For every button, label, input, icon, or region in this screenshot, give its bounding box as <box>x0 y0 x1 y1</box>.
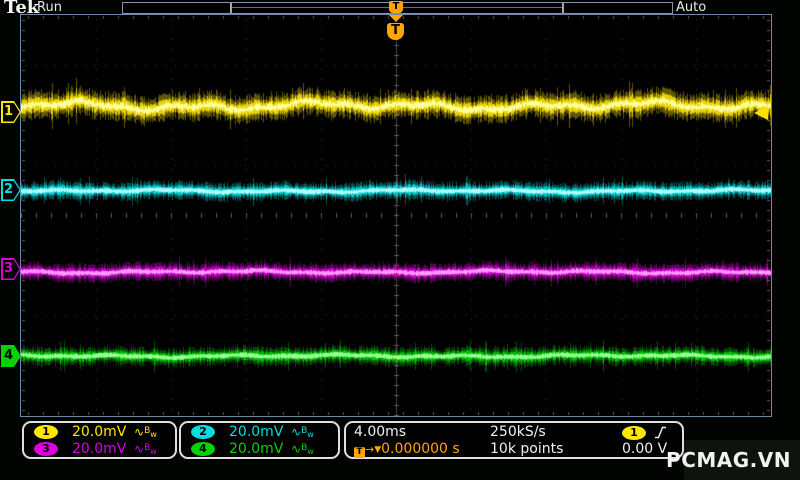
channel-2-marker[interactable]: 2 <box>1 179 21 201</box>
channel-2-coupling-icons: ∿Bw <box>291 424 314 439</box>
trigger-mode-status: Auto <box>676 0 707 15</box>
channel-3-readout-row: 3 20.0mV ∿Bw <box>24 440 175 457</box>
trigger-t-icon: T <box>354 447 365 458</box>
acquisition-status: Run <box>37 0 62 15</box>
channel-4-coupling-icons: ∿Bw <box>291 441 314 456</box>
ac-coupling-icon: ∿ <box>134 424 145 439</box>
trigger-delay-value: 0.000000 s <box>381 441 460 457</box>
channel-3-coupling-icons: ∿Bw <box>134 441 157 456</box>
channel-2-badge: 2 <box>191 424 215 439</box>
trigger-level-value: 0.00 V <box>622 441 668 457</box>
record-length: 10k points <box>490 441 564 457</box>
channel-3-badge: 3 <box>34 441 58 456</box>
channel-2-scale: 20.0mV <box>229 423 284 440</box>
scope-graticule <box>20 14 772 417</box>
channel-1-3-readout[interactable]: 1 20.0mV ∿Bw 3 20.0mV ∿Bw <box>22 421 177 459</box>
rising-edge-icon <box>655 426 666 439</box>
record-view-trigger-marker[interactable]: T <box>389 1 403 13</box>
channel-2-readout-row: 2 20.0mV ∿Bw <box>181 423 338 440</box>
channel-4-badge: 4 <box>191 441 215 456</box>
channel-4-scale: 20.0mV <box>229 440 284 457</box>
ac-coupling-icon: ∿ <box>134 441 145 456</box>
record-view-right-bracket <box>562 3 564 13</box>
channel-1-marker-label: 1 <box>3 104 14 119</box>
watermark: PCMAG.VN <box>666 448 791 472</box>
channel-4-marker[interactable]: 4 <box>1 345 21 367</box>
channel-4-marker-label: 4 <box>3 348 14 363</box>
channel-3-marker-label: 3 <box>3 261 14 276</box>
horizontal-trigger-readout[interactable]: 4.00ms T →▼0.000000 s 250kS/s 10k points … <box>344 421 684 459</box>
trigger-position-arrow-icon <box>389 15 403 22</box>
channel-2-marker-label: 2 <box>3 182 14 197</box>
channel-4-readout-row: 4 20.0mV ∿Bw <box>181 440 338 457</box>
trigger-level-arrow-icon[interactable] <box>754 106 768 120</box>
ac-coupling-icon: ∿ <box>291 441 302 456</box>
trigger-delay-row: T →▼0.000000 s <box>354 441 490 458</box>
channel-3-scale: 20.0mV <box>72 440 127 457</box>
channel-1-scale: 20.0mV <box>72 423 127 440</box>
arrow-right-icon: → <box>365 443 375 456</box>
channel-2-4-readout[interactable]: 2 20.0mV ∿Bw 4 20.0mV ∿Bw <box>179 421 340 459</box>
ac-coupling-icon: ∿ <box>291 424 302 439</box>
channel-1-marker[interactable]: 1 <box>1 101 21 123</box>
channel-1-readout-row: 1 20.0mV ∿Bw <box>24 423 175 440</box>
trigger-position-marker[interactable]: T <box>387 23 404 40</box>
trigger-source-badge: 1 <box>622 425 646 440</box>
channel-1-badge: 1 <box>34 424 58 439</box>
waveform-display <box>21 15 771 416</box>
sample-rate: 250kS/s <box>490 424 546 440</box>
channel-1-coupling-icons: ∿Bw <box>134 424 157 439</box>
record-view-left-bracket <box>230 3 232 13</box>
channel-3-marker[interactable]: 3 <box>1 258 21 280</box>
time-per-division: 4.00ms <box>354 424 407 440</box>
